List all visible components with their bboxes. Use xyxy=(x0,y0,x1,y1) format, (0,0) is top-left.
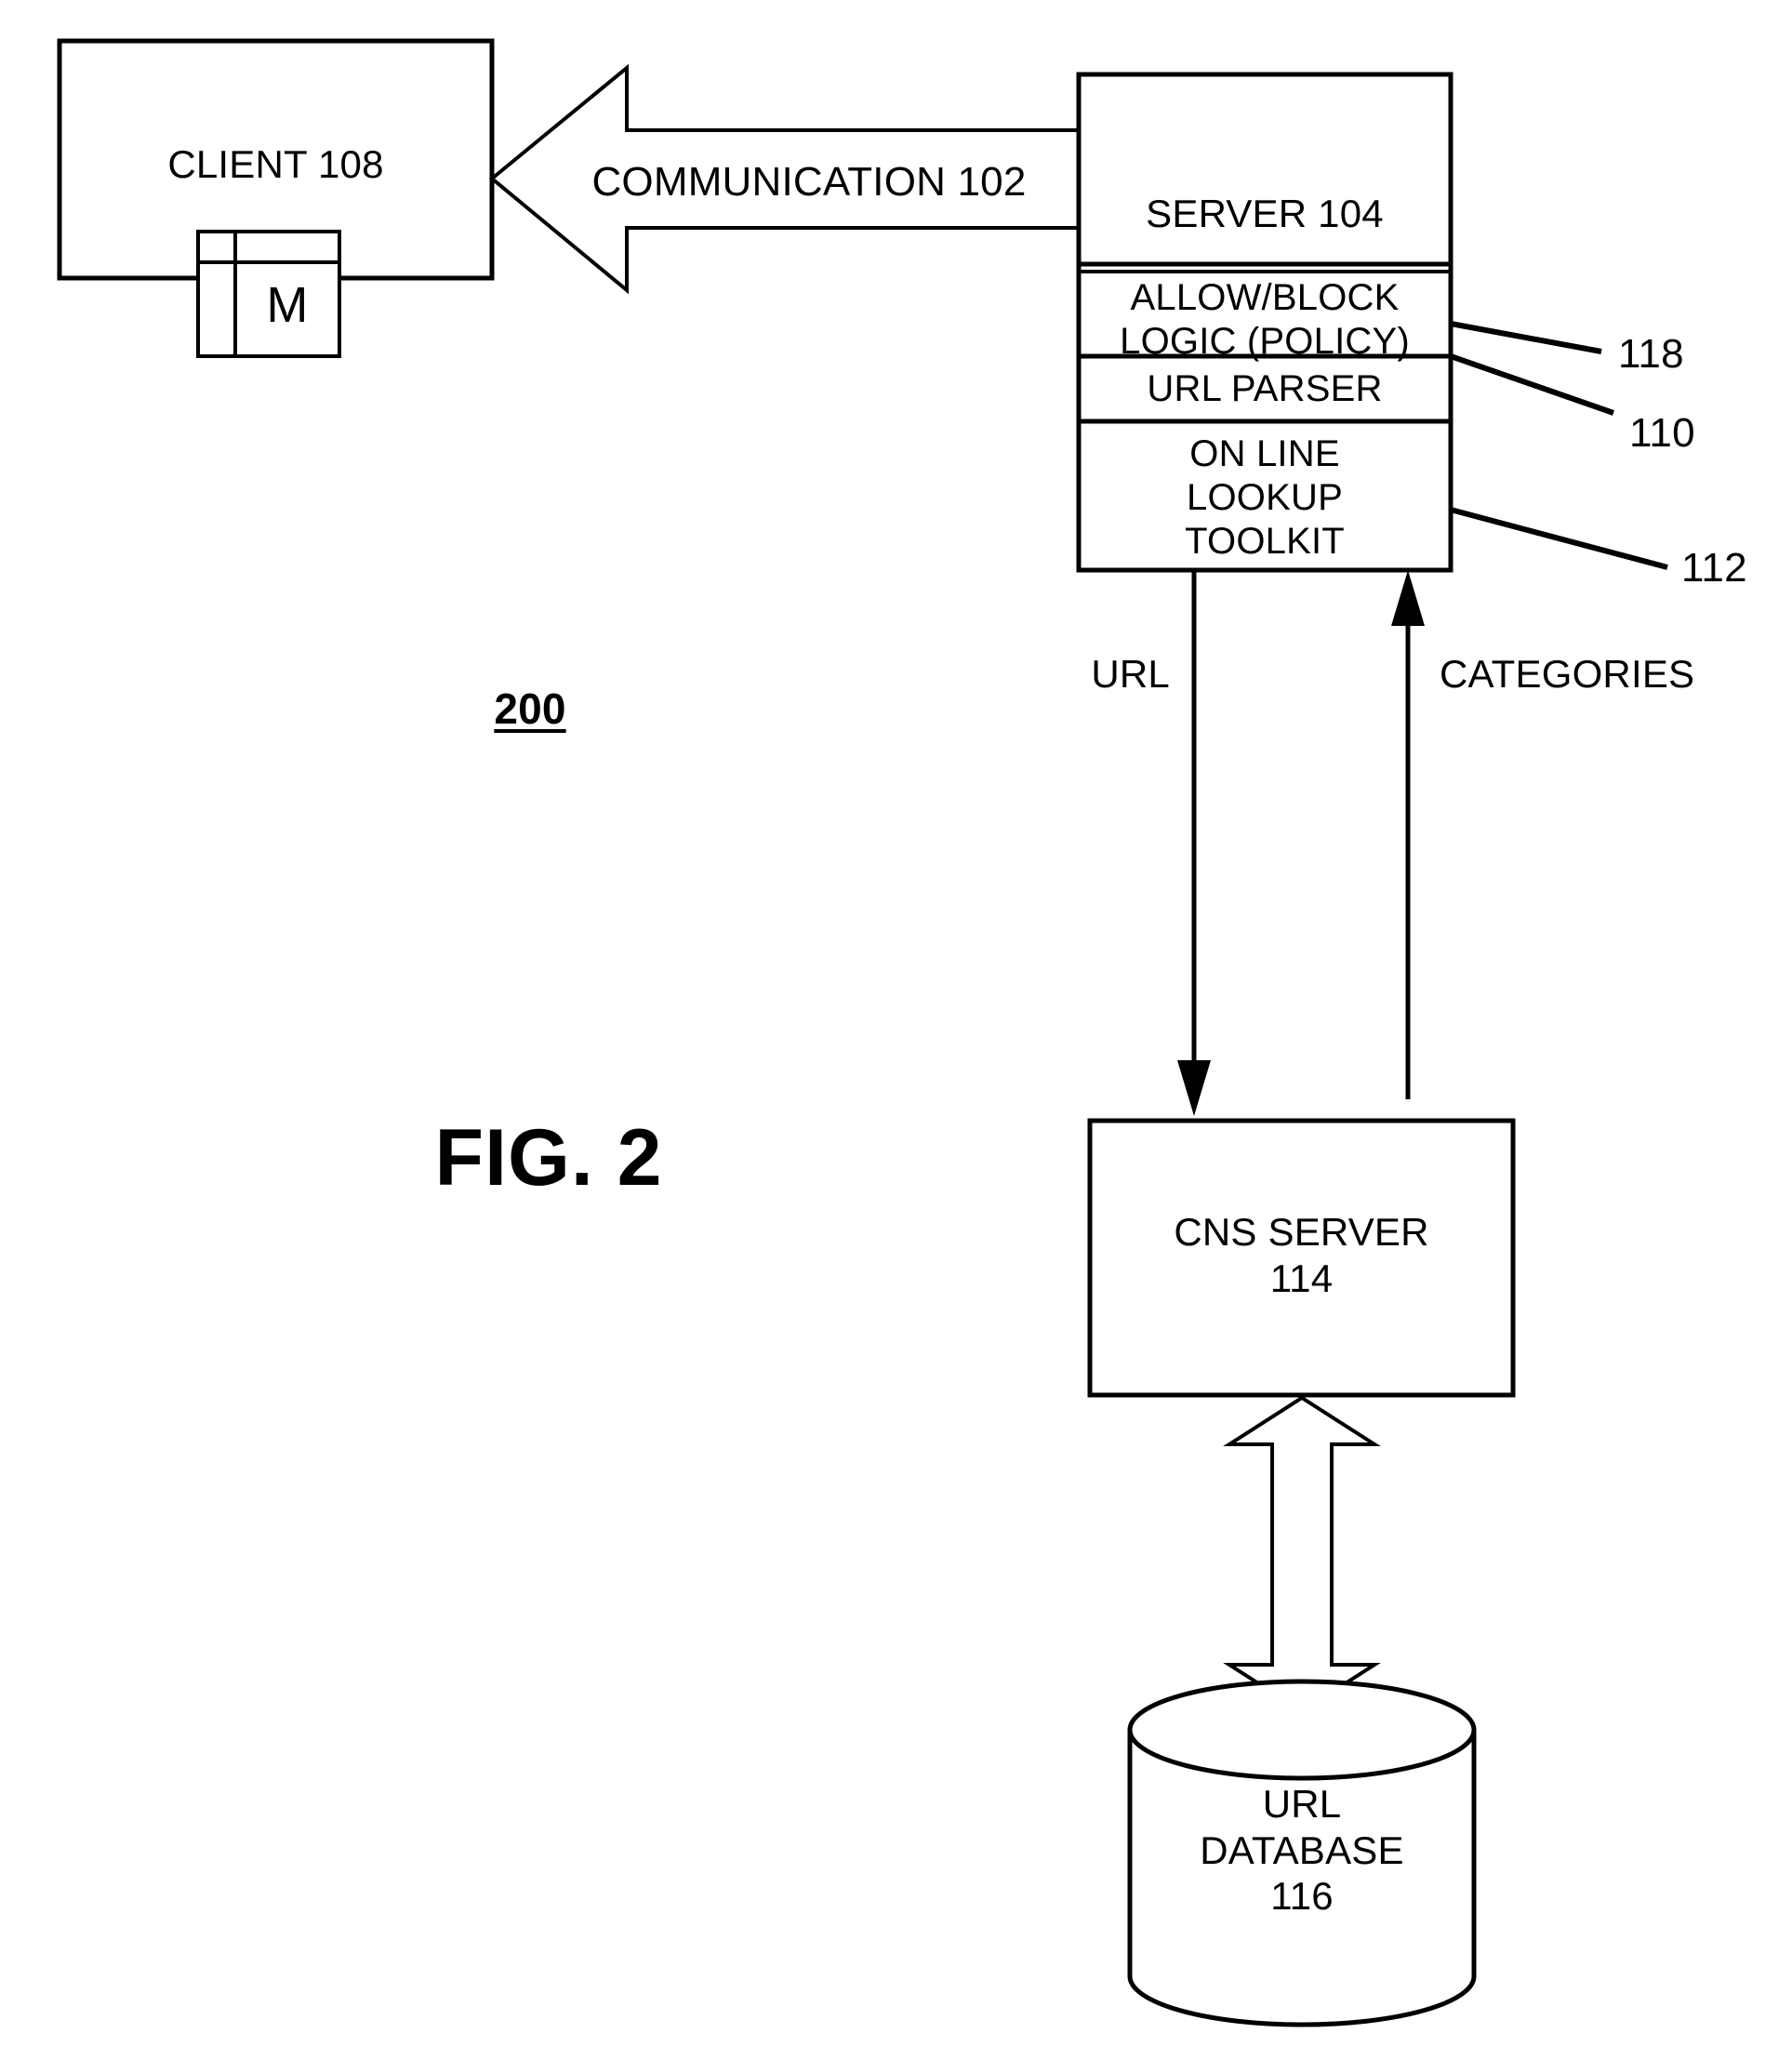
cns-server-label: CNS SERVER 114 xyxy=(1174,1210,1429,1300)
server-module-allow-block: ALLOW/BLOCK LOGIC (POLICY) xyxy=(1120,277,1410,363)
leader-118 xyxy=(1450,321,1602,354)
url-arrow-head xyxy=(1177,1060,1211,1116)
categories-arrow-head xyxy=(1391,570,1425,626)
patent-figure: CLIENT 108 M COMMUNICATION 102 SERVER 10… xyxy=(0,0,1792,2060)
reference-numeral-110: 110 xyxy=(1629,410,1695,456)
db-double-arrow xyxy=(1223,1395,1381,1714)
leader-112 xyxy=(1450,507,1668,570)
communication-label: COMMUNICATION 102 xyxy=(591,159,1027,205)
client-icon-letter: M xyxy=(266,277,309,333)
reference-numeral-112: 112 xyxy=(1681,545,1747,591)
server-label: SERVER 104 xyxy=(1146,192,1384,235)
reference-numeral-118: 118 xyxy=(1618,331,1684,377)
url-flow-label: URL xyxy=(1091,652,1170,696)
figure-number-label: 200 xyxy=(494,684,566,733)
server-module-online-lookup-toolkit: ON LINE LOOKUP TOOLKIT xyxy=(1185,433,1345,563)
figure-title: FIG. 2 xyxy=(434,1113,663,1203)
url-database-label: URL DATABASE 116 xyxy=(1200,1782,1404,1919)
leader-110 xyxy=(1450,353,1614,416)
server-module-url-parser: URL PARSER xyxy=(1147,368,1383,409)
categories-flow-label: CATEGORIES xyxy=(1440,652,1695,696)
client-label: CLIENT 108 xyxy=(167,142,384,186)
